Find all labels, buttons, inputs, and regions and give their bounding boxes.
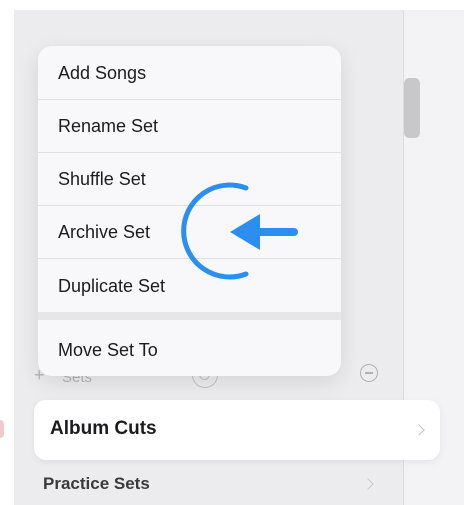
menu-item-move-set-to[interactable]: Move Set To	[38, 324, 341, 376]
menu-item-add-songs[interactable]: Add Songs	[38, 48, 341, 100]
menu-item-rename-set[interactable]: Rename Set	[38, 101, 341, 153]
screen: + Sets Add Songs Rename Set Shuffle Set …	[0, 0, 464, 505]
scrollbar-thumb[interactable]	[404, 78, 420, 138]
minus-circle-icon[interactable]	[360, 364, 378, 382]
list-row-practice-sets[interactable]: Practice Sets	[34, 462, 404, 502]
chevron-right-icon	[413, 424, 425, 436]
menu-item-label: Archive Set	[58, 222, 151, 242]
menu-item-label: Move Set To	[58, 339, 158, 360]
chevron-right-icon	[362, 478, 374, 490]
menu-item-label: Shuffle Set	[58, 169, 146, 189]
menu-item-label: Rename Set	[58, 116, 159, 136]
menu-item-label: Duplicate Set	[58, 275, 166, 296]
menu-separator	[38, 312, 341, 320]
pointer-arrow-icon	[181, 182, 298, 280]
row-title: Practice Sets	[43, 474, 150, 493]
menu-item-label: Add Songs	[58, 63, 147, 83]
row-title: Album Cuts	[50, 418, 157, 439]
edge-marker	[0, 420, 4, 438]
list-row-album-cuts[interactable]: Album Cuts	[34, 400, 440, 460]
